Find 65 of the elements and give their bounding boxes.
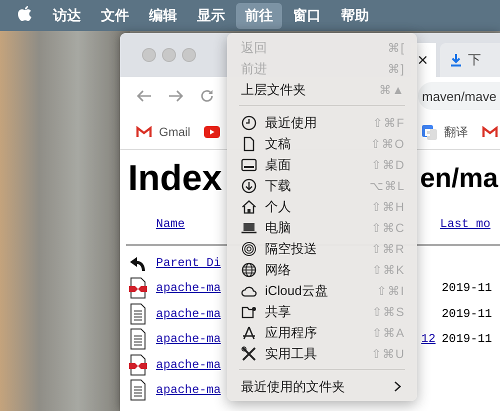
tools-icon bbox=[241, 346, 257, 362]
menu-item[interactable]: 电脑 ⇧⌘C bbox=[227, 217, 417, 238]
date-text: 2019-11 bbox=[442, 281, 492, 296]
apps-icon bbox=[241, 324, 257, 340]
download-icon bbox=[241, 178, 257, 194]
menu-item[interactable]: 实用工具 ⇧⌘U bbox=[227, 343, 417, 364]
window-control[interactable] bbox=[182, 48, 196, 62]
menu-item[interactable]: 文稿 ⇧⌘O bbox=[227, 133, 417, 154]
menu-bar-item[interactable]: 编辑 bbox=[140, 2, 186, 28]
menu-item[interactable]: 桌面 ⇧⌘D bbox=[227, 154, 417, 175]
translate-icon bbox=[422, 124, 437, 140]
file-link[interactable]: apache-ma bbox=[156, 281, 221, 296]
file-link[interactable]: apache-ma bbox=[156, 358, 221, 372]
apple-logo-icon bbox=[17, 5, 33, 23]
document-icon bbox=[128, 302, 148, 325]
menu-item[interactable]: 共享 ⇧⌘S bbox=[227, 301, 417, 322]
date-text: 2019-11 bbox=[442, 306, 492, 321]
house-icon bbox=[241, 198, 257, 214]
mail-m-icon[interactable] bbox=[482, 126, 498, 138]
column-header-link[interactable]: Last mo bbox=[440, 217, 490, 231]
document-icon bbox=[241, 136, 257, 152]
menu-item[interactable]: 个人 ⇧⌘H bbox=[227, 196, 417, 217]
column-header-link[interactable]: Name bbox=[156, 217, 185, 231]
back-arrow-icon bbox=[136, 89, 152, 103]
tab-title: 下 bbox=[468, 51, 481, 69]
file-link[interactable]: 12 bbox=[421, 332, 436, 346]
chevron-right-icon bbox=[394, 381, 401, 392]
download-icon bbox=[450, 53, 462, 67]
document-icon bbox=[128, 328, 148, 350]
globe-icon bbox=[241, 262, 257, 278]
menu-bar-item[interactable]: 显示 bbox=[188, 2, 234, 28]
play-icon[interactable] bbox=[204, 126, 220, 138]
menu-item[interactable]: 网络 ⇧⌘K bbox=[227, 259, 417, 280]
menu-bar-item[interactable]: 窗口 bbox=[284, 2, 330, 28]
file-link[interactable]: apache-ma bbox=[156, 332, 221, 346]
file-icon bbox=[128, 277, 148, 300]
menu-item[interactable]: iCloud云盘 ⇧⌘I bbox=[227, 280, 417, 301]
menu-item[interactable]: 最近使用 ⇧⌘F bbox=[227, 112, 417, 133]
menu-item[interactable]: 应用程序 ⇧⌘A bbox=[227, 322, 417, 343]
window-control[interactable] bbox=[142, 48, 156, 62]
menu-bar-item[interactable]: 文件 bbox=[92, 2, 138, 28]
page-heading: en/ma bbox=[419, 162, 498, 194]
reload-icon bbox=[200, 89, 214, 103]
menu-item[interactable]: 最近使用的文件夹 bbox=[227, 376, 417, 397]
file-icon bbox=[128, 354, 148, 376]
date-text: 2019-11 bbox=[442, 332, 492, 346]
forward-arrow-icon bbox=[168, 89, 184, 103]
address-field[interactable]: maven/mave bbox=[418, 82, 500, 110]
browser-tab[interactable]: 下 bbox=[440, 43, 500, 77]
menu-bar-item[interactable]: 帮助 bbox=[332, 2, 378, 28]
file-link[interactable]: Parent Di bbox=[156, 256, 221, 270]
menu-item[interactable]: 上层文件夹 ⌘▲ bbox=[227, 79, 417, 100]
page-heading: Index bbox=[127, 156, 222, 200]
bookmark[interactable]: 翻译 bbox=[422, 124, 468, 140]
file-link[interactable]: apache-ma bbox=[156, 306, 221, 321]
menu-item[interactable]: 隔空投送 ⇧⌘R bbox=[227, 238, 417, 259]
window-control[interactable] bbox=[162, 48, 176, 62]
mail-m-icon bbox=[136, 126, 152, 138]
menu-item[interactable]: 下载 ⌥⌘L bbox=[227, 175, 417, 196]
clock-icon bbox=[241, 114, 257, 130]
menu-bar-item[interactable]: 访达 bbox=[44, 2, 90, 28]
file-link[interactable]: apache-ma bbox=[156, 383, 221, 398]
bookmark[interactable]: Gmail bbox=[136, 125, 190, 139]
desktop-icon bbox=[241, 156, 257, 172]
airdrop-icon bbox=[241, 240, 257, 256]
